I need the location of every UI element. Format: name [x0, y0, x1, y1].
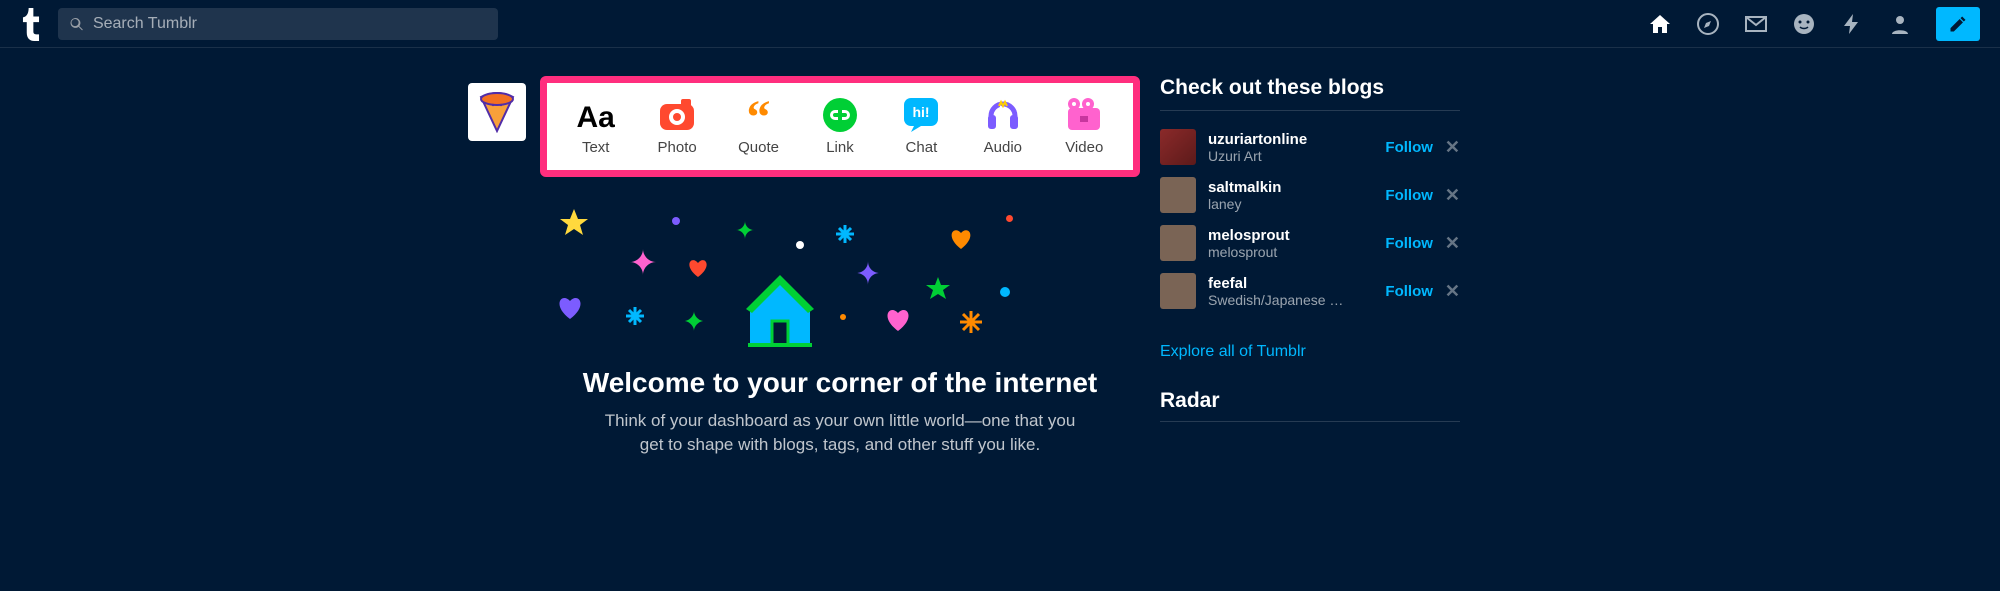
blog-name: melosprout: [1208, 227, 1385, 244]
compose-bar: Aa Text Photo “ Quote Link hi! Chat Aud: [540, 76, 1140, 177]
video-icon: [1064, 97, 1104, 133]
dot-icon: [1006, 215, 1013, 222]
compose-quote[interactable]: “ Quote: [724, 97, 794, 156]
top-header: [0, 0, 2000, 48]
compose-label: Link: [826, 139, 854, 156]
heart-icon: [688, 259, 708, 279]
quote-icon: “: [747, 97, 771, 133]
blog-name: uzuriartonline: [1208, 131, 1385, 148]
blog-subtitle: Swedish/Japanese arti...: [1208, 292, 1348, 308]
compose-label: Audio: [984, 139, 1022, 156]
compose-audio[interactable]: Audio: [968, 97, 1038, 156]
dot-icon: [672, 217, 680, 225]
blog-subtitle: Uzuri Art: [1208, 148, 1348, 164]
compose-chat[interactable]: hi! Chat: [886, 97, 956, 156]
compose-label: Photo: [658, 139, 697, 156]
decorative-sparkles: [540, 199, 1140, 359]
sparkle-icon: [630, 249, 656, 275]
compose-label: Quote: [738, 139, 779, 156]
blog-subtitle: laney: [1208, 196, 1348, 212]
asterisk-icon: [836, 225, 854, 243]
search-input[interactable]: [93, 15, 488, 33]
welcome-block: Welcome to your corner of the internet T…: [540, 367, 1140, 457]
blog-avatar: [1160, 177, 1196, 213]
heart-icon: [558, 297, 582, 321]
messaging-icon[interactable]: [1792, 12, 1816, 36]
activity-icon[interactable]: [1840, 12, 1864, 36]
welcome-subtitle: Think of your dashboard as your own litt…: [600, 409, 1080, 457]
blog-name: saltmalkin: [1208, 179, 1385, 196]
dot-icon: [1000, 287, 1010, 297]
svg-text:hi!: hi!: [913, 104, 930, 120]
home-icon[interactable]: [1648, 12, 1672, 36]
welcome-title: Welcome to your corner of the internet: [540, 367, 1140, 399]
follow-button[interactable]: Follow: [1385, 235, 1433, 252]
divider: [1160, 421, 1460, 422]
compose-video[interactable]: Video: [1049, 97, 1119, 156]
main-area: Aa Text Photo “ Quote Link hi! Chat Aud: [0, 48, 2000, 457]
blog-avatar: [1160, 129, 1196, 165]
compose-label: Video: [1065, 139, 1103, 156]
account-icon[interactable]: [1888, 12, 1912, 36]
link-icon: [823, 97, 857, 133]
audio-icon: [985, 97, 1021, 133]
blog-name: feefal: [1208, 275, 1385, 292]
dismiss-button[interactable]: ✕: [1445, 281, 1460, 302]
compose-button[interactable]: [1936, 7, 1980, 41]
blog-suggestion[interactable]: feefal Swedish/Japanese arti... Follow ✕: [1160, 267, 1460, 315]
sidebar: Check out these blogs uzuriartonline Uzu…: [1160, 76, 1460, 457]
sparkle-icon: [684, 311, 704, 331]
search-box[interactable]: [58, 8, 498, 40]
blog-subtitle: melosprout: [1208, 244, 1348, 260]
user-avatar[interactable]: [468, 83, 526, 141]
asterisk-icon: [960, 311, 982, 333]
radar-heading: Radar: [1160, 389, 1460, 413]
pencil-icon: [1948, 14, 1968, 34]
text-icon: Aa: [577, 97, 615, 133]
asterisk-icon: [626, 307, 644, 325]
star-icon: [926, 277, 950, 301]
feed-column: Aa Text Photo “ Quote Link hi! Chat Aud: [540, 76, 1140, 457]
blog-suggestion[interactable]: melosprout melosprout Follow ✕: [1160, 219, 1460, 267]
inbox-icon[interactable]: [1744, 12, 1768, 36]
search-icon: [68, 15, 85, 33]
heart-icon: [886, 309, 910, 333]
blog-avatar: [1160, 273, 1196, 309]
follow-button[interactable]: Follow: [1385, 139, 1433, 156]
follow-button[interactable]: Follow: [1385, 283, 1433, 300]
header-nav: [1648, 7, 1980, 41]
blog-suggestion[interactable]: saltmalkin laney Follow ✕: [1160, 171, 1460, 219]
compose-photo[interactable]: Photo: [642, 97, 712, 156]
compose-label: Text: [582, 139, 610, 156]
compose-label: Chat: [906, 139, 938, 156]
compose-link[interactable]: Link: [805, 97, 875, 156]
sidebar-heading: Check out these blogs: [1160, 76, 1460, 100]
dismiss-button[interactable]: ✕: [1445, 185, 1460, 206]
avatar-image-icon: [477, 91, 517, 133]
house-icon: [740, 271, 820, 349]
sparkle-icon: [856, 261, 880, 285]
sparkle-icon: [736, 221, 754, 239]
blog-avatar: [1160, 225, 1196, 261]
blog-suggestion[interactable]: uzuriartonline Uzuri Art Follow ✕: [1160, 123, 1460, 171]
tumblr-logo-icon[interactable]: [20, 7, 42, 41]
compose-text[interactable]: Aa Text: [561, 97, 631, 156]
dot-icon: [796, 241, 804, 249]
divider: [1160, 110, 1460, 111]
camera-icon: [659, 97, 695, 133]
chat-icon: hi!: [904, 97, 938, 133]
explore-icon[interactable]: [1696, 12, 1720, 36]
star-icon: [560, 209, 588, 237]
dismiss-button[interactable]: ✕: [1445, 233, 1460, 254]
explore-link[interactable]: Explore all of Tumblr: [1160, 343, 1460, 361]
heart-icon: [950, 229, 972, 251]
dismiss-button[interactable]: ✕: [1445, 137, 1460, 158]
dot-icon: [840, 314, 846, 320]
follow-button[interactable]: Follow: [1385, 187, 1433, 204]
